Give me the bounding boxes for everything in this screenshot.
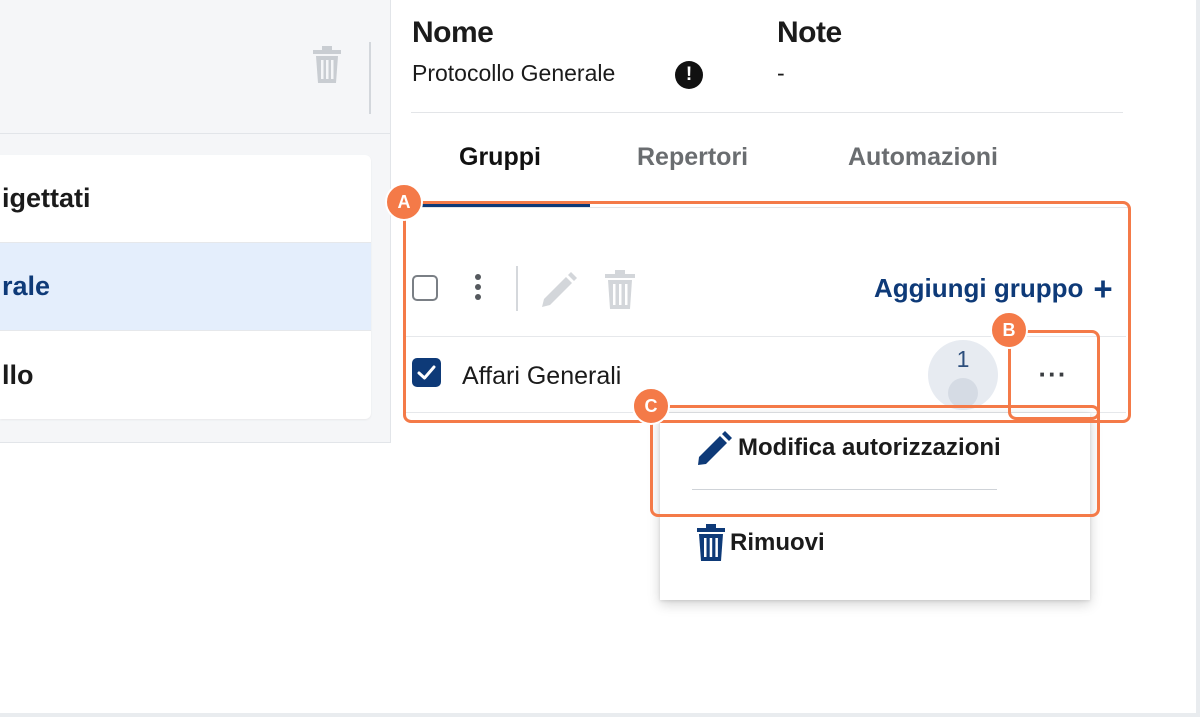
- list-item[interactable]: igettati: [0, 155, 371, 243]
- callout-marker-c: C: [632, 387, 670, 425]
- list-item-label: rale: [2, 271, 51, 301]
- notes-value: -: [777, 60, 785, 86]
- tab-automazioni[interactable]: Automazioni: [848, 143, 998, 172]
- toolbar-divider: [369, 42, 371, 114]
- menu-item-remove[interactable]: Rimuovi: [696, 524, 825, 562]
- list-item[interactable]: llo: [0, 331, 371, 419]
- trash-icon: [697, 524, 725, 561]
- left-panel: igettati rale llo: [0, 0, 391, 443]
- info-icon[interactable]: !: [675, 61, 703, 89]
- header-divider: [411, 112, 1123, 113]
- list-item-selected[interactable]: rale: [0, 243, 371, 331]
- list-item-label: igettati: [2, 183, 91, 213]
- callout-box-c: [650, 405, 1100, 517]
- notes-label: Note: [777, 16, 842, 49]
- name-label: Nome: [412, 16, 494, 49]
- register-list: igettati rale llo: [0, 155, 371, 419]
- callout-marker-a: A: [385, 183, 423, 221]
- tab-repertori[interactable]: Repertori: [637, 143, 748, 172]
- menu-item-label: Rimuovi: [730, 529, 825, 556]
- list-item-label: llo: [2, 359, 34, 390]
- trash-icon[interactable]: [312, 46, 342, 84]
- left-panel-toolbar: [0, 0, 390, 134]
- tab-gruppi[interactable]: Gruppi: [459, 143, 541, 172]
- name-value: Protocollo Generale: [412, 60, 616, 86]
- callout-marker-b: B: [990, 311, 1028, 349]
